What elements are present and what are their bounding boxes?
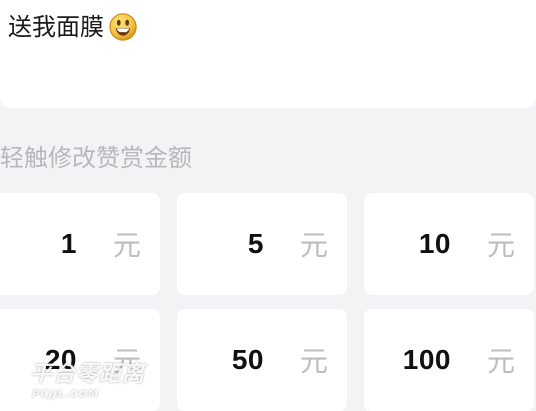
amount-option-10[interactable]: 10 元 <box>364 193 534 295</box>
amount-value: 10 <box>418 228 451 259</box>
amount-value: 20 <box>44 344 77 375</box>
amount-unit: 元 <box>486 229 515 262</box>
message-text-row: 送我面膜 <box>8 12 138 42</box>
amount-section-label: 轻触修改赞赏金额 <box>0 144 192 172</box>
amount-unit: 元 <box>112 229 141 262</box>
amount-option-5[interactable]: 5 元 <box>177 193 347 295</box>
amount-value: 5 <box>247 228 264 259</box>
amount-value: 100 <box>402 344 451 375</box>
amount-option-20[interactable]: 20 元 <box>0 309 160 411</box>
amount-unit: 元 <box>112 345 141 378</box>
amount-unit: 元 <box>299 345 328 378</box>
amount-unit: 元 <box>299 229 328 262</box>
grinning-face-icon <box>109 13 137 41</box>
amount-option-100[interactable]: 100 元 <box>364 309 534 411</box>
message-card: 送我面膜 <box>0 0 536 108</box>
amount-unit: 元 <box>486 345 515 378</box>
amount-option-50[interactable]: 50 元 <box>177 309 347 411</box>
amount-option-1[interactable]: 1 元 <box>0 193 160 295</box>
message-text: 送我面膜 <box>8 13 104 41</box>
amount-value: 50 <box>231 344 264 375</box>
amount-value: 1 <box>60 228 77 259</box>
